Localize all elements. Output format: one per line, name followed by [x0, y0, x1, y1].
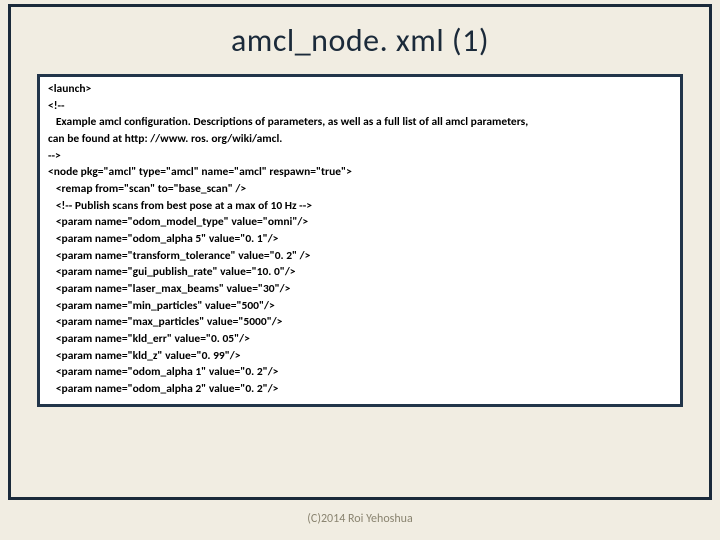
- code-box: <launch> <!-- Example amcl configuration…: [37, 74, 683, 407]
- code-content: <launch> <!-- Example amcl configuration…: [48, 81, 672, 398]
- slide-title: amcl_node. xml (1): [11, 7, 709, 66]
- slide-frame: amcl_node. xml (1) <launch> <!-- Example…: [8, 4, 712, 500]
- footer-copyright: (C)2014 Roi Yehoshua: [0, 512, 720, 526]
